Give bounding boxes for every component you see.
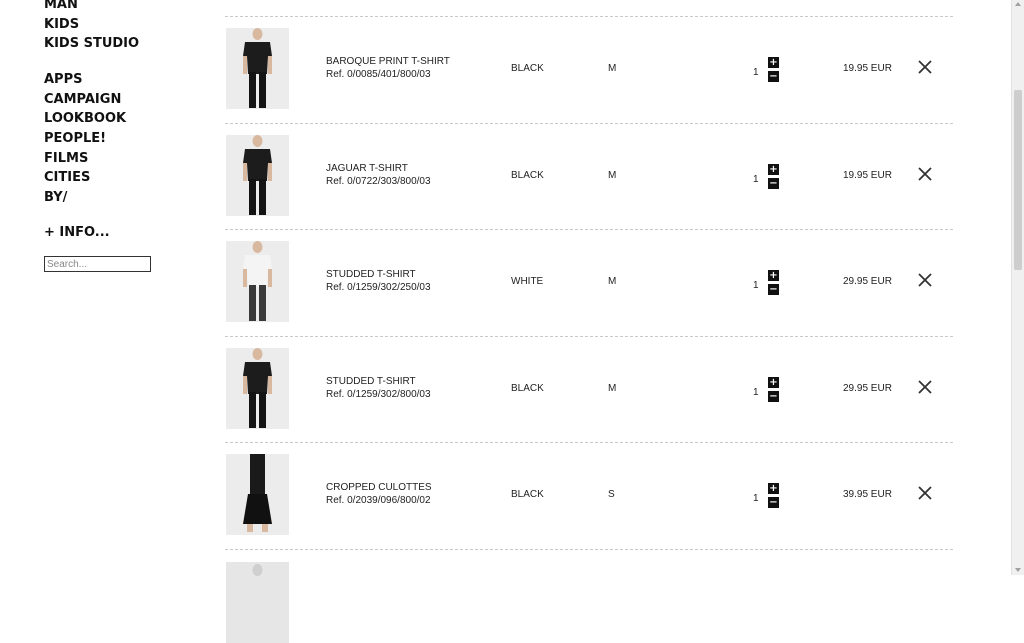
product-quantity: 1: [753, 280, 759, 291]
nav-item-campaign[interactable]: CAMPAIGN: [44, 90, 126, 110]
scroll-up-arrow-icon[interactable]: [1015, 2, 1021, 6]
product-name[interactable]: BAROQUE PRINT T-SHIRT: [326, 56, 450, 67]
cart-row: STUDDED T-SHIRT Ref. 0/1259/302/250/03 WHI…: [225, 229, 953, 335]
info-link[interactable]: + INFO...: [44, 225, 110, 240]
remove-item-close-icon[interactable]: [917, 379, 933, 395]
product-ref: Ref. 0/1259/302/250/03: [326, 282, 431, 293]
product-image[interactable]: [226, 28, 289, 109]
scrollbar[interactable]: [1011, 0, 1024, 575]
quantity-minus-button[interactable]: −: [768, 284, 779, 295]
product-name[interactable]: STUDDED T-SHIRT: [326, 269, 416, 280]
quantity-minus-button[interactable]: −: [768, 71, 779, 82]
remove-item-close-icon[interactable]: [917, 272, 933, 288]
product-price: 19.95 EUR: [843, 63, 892, 74]
row-divider: [225, 548, 953, 550]
product-ref: Ref. 0/0722/303/800/03: [326, 175, 431, 187]
cart-row: CROPPED CULOTTES Ref. 0/2039/096/800/02 BL…: [225, 442, 953, 548]
nav-primary: MAN KIDS KIDS STUDIO: [44, 0, 139, 54]
product-price: 29.95 EUR: [843, 276, 892, 287]
nav-item-people[interactable]: PEOPLE!: [44, 129, 126, 149]
product-price: 29.95 EUR: [843, 382, 892, 394]
scroll-thumb[interactable]: [1014, 90, 1022, 270]
product-quantity: 1: [753, 67, 759, 78]
product-size: M: [608, 169, 617, 181]
product-quantity: 1: [753, 386, 759, 398]
product-color: BLACK: [511, 169, 544, 181]
product-ref: Ref. 0/1259/302/800/03: [326, 388, 431, 400]
quantity-plus-button[interactable]: +: [768, 483, 779, 494]
cart-list: BAROQUE PRINT T-SHIRT Ref. 0/0085/401/800…: [225, 0, 953, 643]
nav-item-films[interactable]: FILMS: [44, 149, 126, 169]
product-price: 39.95 EUR: [843, 489, 892, 500]
cart-row: BAROQUE PRINT T-SHIRT Ref. 0/0085/401/800…: [225, 16, 953, 122]
quantity-plus-button[interactable]: +: [768, 57, 779, 68]
product-name[interactable]: CROPPED CULOTTES: [326, 482, 432, 493]
product-image[interactable]: [226, 134, 289, 216]
quantity-minus-button[interactable]: −: [768, 177, 779, 189]
product-size: M: [608, 63, 617, 74]
nav-item-kids[interactable]: KIDS: [44, 15, 139, 35]
search-input[interactable]: [44, 256, 151, 272]
product-ref: Ref. 0/0085/401/800/03: [326, 69, 431, 80]
quantity-plus-button[interactable]: +: [768, 270, 779, 281]
nav-item-apps[interactable]: APPS: [44, 70, 126, 90]
product-image[interactable]: [226, 347, 289, 429]
product-color: BLACK: [511, 489, 544, 500]
nav-item-kids-studio[interactable]: KIDS STUDIO: [44, 34, 139, 54]
product-price: 19.95 EUR: [843, 169, 892, 181]
nav-item-by[interactable]: BY/: [44, 188, 126, 208]
product-size: S: [608, 489, 615, 500]
nav-item-cities[interactable]: CITIES: [44, 168, 126, 188]
nav-secondary: APPS CAMPAIGN LOOKBOOK PEOPLE! FILMS CIT…: [44, 70, 126, 208]
scroll-down-arrow-icon[interactable]: [1015, 568, 1021, 572]
product-color: BLACK: [511, 382, 544, 394]
nav-item-lookbook[interactable]: LOOKBOOK: [44, 109, 126, 129]
product-size: M: [608, 276, 617, 287]
product-color: WHITE: [511, 276, 544, 287]
product-quantity: 1: [753, 493, 759, 504]
cart-row: STUDDED T-SHIRT Ref. 0/1259/302/800/03 BLA…: [225, 336, 953, 442]
product-quantity: 1: [753, 173, 759, 185]
product-size: M: [608, 382, 617, 394]
product-image[interactable]: [226, 241, 289, 322]
cart-row: JAGUAR T-SHIRT Ref. 0/0722/303/800/03 BLAC…: [225, 123, 953, 229]
quantity-minus-button[interactable]: −: [768, 390, 779, 402]
product-color: BLACK: [511, 63, 544, 74]
remove-item-close-icon[interactable]: [917, 59, 933, 75]
quantity-plus-button[interactable]: +: [768, 163, 779, 175]
quantity-plus-button[interactable]: +: [768, 376, 779, 388]
remove-item-close-icon[interactable]: [917, 485, 933, 501]
nav-item-man[interactable]: MAN: [44, 0, 139, 15]
product-image[interactable]: [226, 454, 289, 535]
quantity-minus-button[interactable]: −: [768, 497, 779, 508]
product-ref: Ref. 0/2039/096/800/02: [326, 495, 431, 506]
remove-item-close-icon[interactable]: [917, 166, 933, 182]
product-image[interactable]: [226, 561, 289, 643]
product-name[interactable]: STUDDED T-SHIRT: [326, 376, 416, 387]
product-name[interactable]: JAGUAR T-SHIRT: [326, 163, 408, 174]
